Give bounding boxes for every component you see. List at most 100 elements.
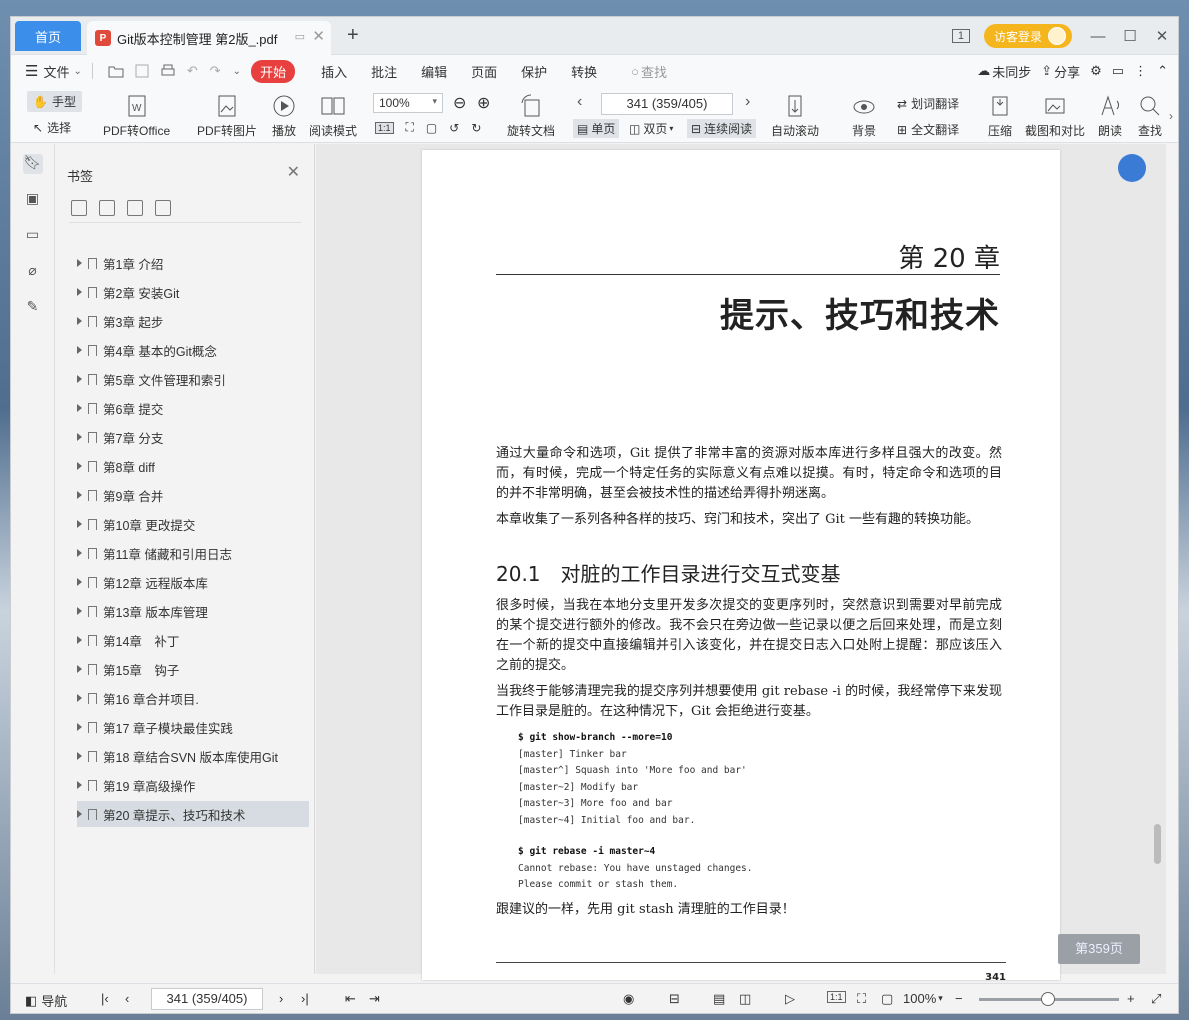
prev-page-icon[interactable]: ‹ xyxy=(125,991,129,1006)
expand-arrow-icon[interactable] xyxy=(77,404,82,412)
screenshot-compare-button[interactable]: 截图和对比 xyxy=(1025,93,1085,139)
tab-home[interactable]: 首页 xyxy=(15,21,81,51)
menu-start[interactable]: 开始 xyxy=(251,59,296,83)
close-tab-icon[interactable]: ✕ xyxy=(312,27,325,45)
zoom-slider[interactable] xyxy=(979,992,1119,1006)
continuous-read-button[interactable]: ⊟ 连续阅读 xyxy=(687,119,757,138)
bookmark-item[interactable]: 第20 章提示、技巧和技术 xyxy=(77,801,309,827)
window-count-icon[interactable]: 1 xyxy=(951,29,970,43)
tab-document[interactable]: P Git版本控制管理 第2版_.pdf ▭ ✕ xyxy=(87,21,331,55)
bookmark-item[interactable]: 第2章 安装Git xyxy=(77,279,309,305)
rotate-right-icon[interactable]: ↻ xyxy=(471,121,481,135)
fit-page-icon[interactable]: ⛶ xyxy=(406,120,414,135)
more-icon[interactable]: ⋮ xyxy=(1134,63,1147,79)
fit-page-icon[interactable]: ⛶ xyxy=(857,991,866,1007)
bookmark-item[interactable]: 第5章 文件管理和索引 xyxy=(77,366,309,392)
expand-arrow-icon[interactable] xyxy=(77,723,82,731)
zoom-select[interactable]: 100% ▾ xyxy=(373,93,443,113)
expand-arrow-icon[interactable] xyxy=(77,578,82,586)
actual-size-icon[interactable]: 1:1 xyxy=(827,991,846,1003)
next-page-icon[interactable]: › xyxy=(279,991,283,1006)
sync-status[interactable]: 未同步 xyxy=(992,62,1031,81)
search-input[interactable]: 查找 xyxy=(641,62,667,81)
expand-bookmark-icon[interactable] xyxy=(127,200,143,216)
redo-icon[interactable]: ↷ xyxy=(210,63,221,79)
single-page-icon[interactable]: ▤ xyxy=(713,991,725,1007)
more-quick-icon[interactable]: ⌄ xyxy=(233,66,241,77)
compress-button[interactable]: 压缩 xyxy=(987,93,1013,139)
expand-arrow-icon[interactable] xyxy=(77,549,82,557)
expand-arrow-icon[interactable] xyxy=(77,288,82,296)
menu-annotate[interactable]: 批注 xyxy=(371,62,397,81)
read-mode-button[interactable]: 阅读模式 xyxy=(309,93,357,139)
collapse-ribbon-icon[interactable]: ⌃ xyxy=(1157,63,1168,79)
first-page-icon[interactable]: |‹ xyxy=(101,991,109,1006)
bookmark-item[interactable]: 第8章 diff xyxy=(77,453,309,479)
pdf-to-office-button[interactable]: W PDF转Office xyxy=(103,93,170,139)
expand-arrow-icon[interactable] xyxy=(77,665,82,673)
expand-arrow-icon[interactable] xyxy=(77,781,82,789)
zoom-in-icon[interactable]: + xyxy=(1127,991,1135,1006)
bookmark-item[interactable]: 第12章 远程版本库 xyxy=(77,569,309,595)
navigation-toggle[interactable]: ◧ 导航 xyxy=(25,991,67,1010)
open-folder-icon[interactable] xyxy=(108,63,124,79)
bookmark-item[interactable]: 第13章 版本库管理 xyxy=(77,598,309,624)
bookmark-item[interactable]: 第6章 提交 xyxy=(77,395,309,421)
expand-arrow-icon[interactable] xyxy=(77,491,82,499)
print-icon[interactable] xyxy=(160,63,176,79)
zoom-out-icon[interactable]: ⊖ xyxy=(453,93,466,113)
select-tool-button[interactable]: ↖ 选择 xyxy=(33,119,71,136)
bookmark-item[interactable]: 第10章 更改提交 xyxy=(77,511,309,537)
save-icon[interactable] xyxy=(134,63,150,79)
continuous-icon[interactable]: ⊟ xyxy=(669,991,680,1007)
scrollbar-thumb[interactable] xyxy=(1154,824,1161,864)
fit-width-icon[interactable]: ▢ xyxy=(426,121,437,135)
fullscreen-icon[interactable]: ⤢ xyxy=(1151,991,1161,1007)
status-page-input[interactable]: 341 (359/405) xyxy=(151,988,263,1010)
zoom-in-icon[interactable]: ⊕ xyxy=(477,93,490,113)
menu-page[interactable]: 页面 xyxy=(471,62,497,81)
expand-arrow-icon[interactable] xyxy=(77,259,82,267)
bookmark-item[interactable]: 第3章 起步 xyxy=(77,308,309,334)
bookmark-item[interactable]: 第14章 补丁 xyxy=(77,627,309,653)
minimize-icon[interactable]: — xyxy=(1083,28,1113,45)
search-icon[interactable]: ○ xyxy=(631,64,639,79)
single-page-button[interactable]: ▤ 单页 xyxy=(573,119,620,138)
signature-icon[interactable]: ✎ xyxy=(23,298,43,318)
add-bookmark-icon[interactable] xyxy=(71,200,87,216)
new-tab-button[interactable]: + xyxy=(347,25,359,45)
play-button[interactable]: 播放 xyxy=(271,93,297,139)
expand-arrow-icon[interactable] xyxy=(77,694,82,702)
rotate-document-button[interactable]: 旋转文档 xyxy=(507,93,555,139)
background-button[interactable]: 背景 xyxy=(851,93,877,139)
thumbnail-icon[interactable]: ▣ xyxy=(23,190,43,210)
expand-arrow-icon[interactable] xyxy=(77,607,82,615)
double-page-button[interactable]: ◫ 双页 ▾ xyxy=(629,120,673,137)
expand-arrow-icon[interactable] xyxy=(77,433,82,441)
next-page-icon[interactable]: › xyxy=(745,93,750,111)
zoom-slider-knob[interactable] xyxy=(1041,992,1055,1006)
menu-file[interactable]: 文件 xyxy=(43,62,69,81)
expand-arrow-icon[interactable] xyxy=(77,346,82,354)
word-translate-button[interactable]: ⇄ 划词翻译 xyxy=(897,95,959,112)
play-icon[interactable]: ▷ xyxy=(785,991,795,1007)
expand-arrow-icon[interactable] xyxy=(77,375,82,383)
comment-icon[interactable]: ▭ xyxy=(1112,63,1124,79)
menu-protect[interactable]: 保护 xyxy=(521,62,547,81)
floating-tool-button[interactable] xyxy=(1118,154,1146,182)
chevron-right-icon[interactable]: › xyxy=(1169,109,1173,123)
find-button[interactable]: 查找 xyxy=(1137,93,1163,139)
bookmark-item[interactable]: 第19 章高级操作 xyxy=(77,772,309,798)
last-page-icon[interactable]: ›| xyxy=(301,991,309,1006)
expand-arrow-icon[interactable] xyxy=(77,810,82,818)
attachment-icon[interactable]: ⌀ xyxy=(23,262,43,282)
bookmark-item[interactable]: 第7章 分支 xyxy=(77,424,309,450)
expand-arrow-icon[interactable] xyxy=(77,520,82,528)
pdf-to-image-button[interactable]: PDF转图片 xyxy=(197,93,257,139)
bookmark-item[interactable]: 第18 章结合SVN 版本库使用Git xyxy=(77,743,309,769)
undo-icon[interactable]: ↶ xyxy=(187,63,198,79)
chevron-down-icon[interactable]: ⌄ xyxy=(73,66,81,77)
bookmark-item[interactable]: 第1章 介绍 xyxy=(77,250,309,276)
prev-page-icon[interactable]: ‹ xyxy=(577,93,582,111)
bookmark-item[interactable]: 第16 章合并项目. xyxy=(77,685,309,711)
